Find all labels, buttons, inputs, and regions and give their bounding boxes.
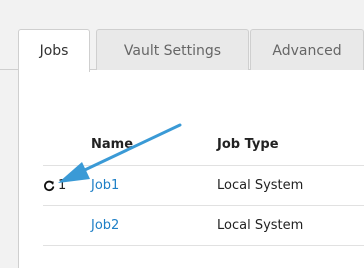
- jobs-panel: Name Job Type 1 Job1 Local System Job2 L…: [18, 70, 364, 268]
- status-column-header: [43, 124, 91, 165]
- job-name-cell: Job2: [91, 206, 217, 245]
- table-header-row: Name Job Type: [43, 124, 364, 166]
- job-status-count: 1: [58, 178, 67, 193]
- job-status-cell: [43, 206, 91, 245]
- tab-vault-settings-label: Vault Settings: [123, 42, 222, 59]
- tab-bar: Jobs Vault Settings Advanced: [0, 0, 364, 72]
- refresh-icon[interactable]: [43, 180, 55, 192]
- job-status-cell: 1: [43, 166, 91, 205]
- tab-jobs-label: Jobs: [39, 43, 69, 59]
- job-type-cell: Local System: [217, 218, 304, 233]
- job-type-column-header[interactable]: Job Type: [217, 124, 364, 165]
- jobs-table: Name Job Type 1 Job1 Local System Job2 L…: [43, 124, 364, 246]
- tab-advanced-label: Advanced: [272, 42, 342, 59]
- tab-vault-settings[interactable]: Vault Settings: [96, 29, 249, 71]
- job-name-cell: Job1: [91, 166, 217, 205]
- job-type-cell: Local System: [217, 178, 304, 193]
- tab-advanced[interactable]: Advanced: [250, 29, 364, 71]
- table-row: Job2 Local System: [43, 206, 364, 246]
- job-name-link[interactable]: Job2: [91, 218, 119, 233]
- job-name-link[interactable]: Job1: [91, 178, 119, 193]
- table-row: 1 Job1 Local System: [43, 166, 364, 206]
- name-column-header[interactable]: Name: [91, 124, 217, 165]
- tab-jobs[interactable]: Jobs: [18, 29, 90, 72]
